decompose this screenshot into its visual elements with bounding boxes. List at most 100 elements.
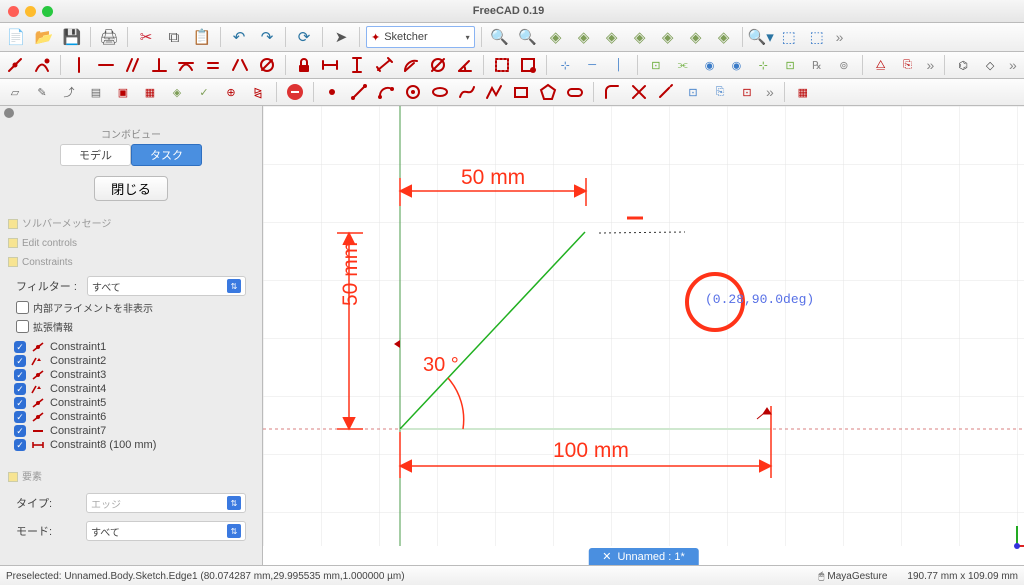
perpendicular-icon[interactable] (148, 54, 170, 76)
clone-icon[interactable]: ⎘ (897, 54, 919, 76)
print-icon[interactable]: 🖨 (97, 25, 121, 49)
elements-section-header[interactable]: 要素 (0, 464, 262, 487)
bspline-degree-icon[interactable]: ⌬ (952, 54, 974, 76)
toolbar-overflow-icon-3[interactable]: » (1009, 57, 1017, 73)
circle-icon[interactable] (402, 81, 424, 103)
line-icon[interactable] (348, 81, 370, 103)
construction-icon[interactable]: ⊡ (736, 81, 758, 103)
filter-select[interactable]: すべて ⇅ (87, 276, 246, 296)
symmetric-icon[interactable] (229, 54, 251, 76)
show-hide-internal-icon[interactable]: ⊚ (833, 54, 855, 76)
constraint-checkbox[interactable]: ✓ (14, 425, 26, 437)
toolbar-overflow-icon[interactable]: » (836, 29, 844, 45)
edit-controls-section-header[interactable]: Edit controls (0, 234, 262, 253)
constraint-checkbox[interactable]: ✓ (14, 439, 26, 451)
map-sketch-icon[interactable]: ▦ (139, 81, 161, 103)
part-cube-icon[interactable]: ⬚ (777, 25, 801, 49)
view-right-icon[interactable]: ◈ (628, 25, 652, 49)
new-file-icon[interactable]: 📄 (4, 25, 28, 49)
view-sketch-icon[interactable]: ▤ (85, 81, 107, 103)
dim-50-horizontal[interactable]: 50 mm (461, 166, 525, 190)
polyline-icon[interactable] (483, 81, 505, 103)
part-cyl-icon[interactable]: ⬚ (805, 25, 829, 49)
constraint-row[interactable]: ✓Constraint4 (14, 382, 248, 396)
save-file-icon[interactable]: 💾 (60, 25, 84, 49)
coincident-icon[interactable] (4, 54, 26, 76)
view-front-icon[interactable]: ◈ (572, 25, 596, 49)
symmetry-icon[interactable]: ⧋ (870, 54, 892, 76)
merge-icon[interactable]: ⊕ (220, 81, 242, 103)
panel-handle-icon[interactable] (4, 108, 14, 118)
zoom-fit-icon[interactable]: 🔍 (488, 25, 512, 49)
constraint-checkbox[interactable]: ✓ (14, 341, 26, 353)
close-tab-icon[interactable]: ✕ (602, 550, 611, 563)
block-icon[interactable] (256, 54, 278, 76)
constraint-checkbox[interactable]: ✓ (14, 369, 26, 381)
mode-select[interactable]: すべて ⇅ (86, 521, 246, 541)
copy-icon[interactable]: ⧉ (162, 25, 186, 49)
radius-icon[interactable] (400, 54, 422, 76)
polygon-icon[interactable] (537, 81, 559, 103)
vertical-icon[interactable] (68, 54, 90, 76)
nav-style-indicator[interactable]: 🖱MayaGesture (818, 571, 887, 582)
zoom-window-button[interactable] (42, 6, 53, 17)
hide-internal-checkbox[interactable]: 内部アライメントを非表示 (0, 298, 262, 317)
tab-task[interactable]: タスク (131, 144, 202, 166)
select-elements-icon[interactable]: ⊹ (752, 54, 774, 76)
stop-icon[interactable] (284, 81, 306, 103)
view-section-icon[interactable]: ▣ (112, 81, 134, 103)
extended-info-checkbox[interactable]: 拡張情報 (0, 317, 262, 336)
constraint-row[interactable]: ✓Constraint1 (14, 340, 248, 354)
distance-y-icon[interactable] (346, 54, 368, 76)
parallel-icon[interactable] (121, 54, 143, 76)
select-vertical-icon[interactable]: │ (608, 54, 630, 76)
distance-icon[interactable] (373, 54, 395, 76)
reorient-icon[interactable]: ◈ (166, 81, 188, 103)
lock-icon[interactable] (293, 54, 315, 76)
constraint-checkbox[interactable]: ✓ (14, 355, 26, 367)
show-hide-constraints-icon[interactable]: ℞ (806, 54, 828, 76)
select-constraints-icon[interactable]: ⊡ (779, 54, 801, 76)
leave-sketch-icon[interactable]: ⤴ (58, 81, 80, 103)
new-sketch-icon[interactable]: ▱ (4, 81, 26, 103)
carbon-copy-icon[interactable]: ⎘ (709, 81, 731, 103)
zoom-sel-icon[interactable]: 🔍 (516, 25, 540, 49)
arc-icon[interactable] (375, 81, 397, 103)
undo-icon[interactable]: ↶ (227, 25, 251, 49)
trim-icon[interactable] (628, 81, 650, 103)
point-on-object-icon[interactable] (31, 54, 53, 76)
bspline-poly-icon[interactable]: ◇ (979, 54, 1001, 76)
equal-icon[interactable] (202, 54, 224, 76)
type-select[interactable]: エッジ ⇅ (86, 493, 246, 513)
constraint-row[interactable]: ✓Constraint3 (14, 368, 248, 382)
constraints-section-header[interactable]: Constraints (0, 253, 262, 272)
edit-sketch-icon[interactable]: ✎ (31, 81, 53, 103)
horizontal-icon[interactable] (95, 54, 117, 76)
constraint-row[interactable]: ✓Constraint2 (14, 354, 248, 368)
point-icon[interactable] (321, 81, 343, 103)
refresh-icon[interactable]: ⟳ (292, 25, 316, 49)
paste-icon[interactable]: 📋 (190, 25, 214, 49)
validate-icon[interactable]: ✓ (193, 81, 215, 103)
constraint-row[interactable]: ✓Constraint6 (14, 410, 248, 424)
constraint-checkbox[interactable]: ✓ (14, 383, 26, 395)
solver-section-header[interactable]: ソルバーメッセージ (0, 211, 262, 234)
close-button[interactable]: 閉じる (94, 176, 168, 201)
select-origin-icon[interactable]: ⊹ (554, 54, 576, 76)
connect-icon[interactable]: ⫘ (672, 54, 694, 76)
fillet-icon[interactable] (601, 81, 623, 103)
tab-model[interactable]: モデル (60, 144, 131, 166)
dim-50-vertical[interactable]: 50 mm (339, 242, 363, 306)
extend-icon[interactable] (655, 81, 677, 103)
angle-icon[interactable] (454, 54, 476, 76)
distance-x-icon[interactable] (319, 54, 341, 76)
sketch-canvas[interactable]: 50 mm 50 mm 100 mm 30 ° (0.28,90.0deg) ✕… (263, 106, 1024, 565)
view-bottom-icon[interactable]: ◈ (684, 25, 708, 49)
constraint-row[interactable]: ✓Constraint7 (14, 424, 248, 438)
dim-100[interactable]: 100 mm (553, 439, 629, 463)
select-redundant-icon[interactable]: ◉ (725, 54, 747, 76)
view-top-icon[interactable]: ◈ (600, 25, 624, 49)
external-icon[interactable]: ⊡ (682, 81, 704, 103)
constraint-row[interactable]: ✓Constraint5 (14, 396, 248, 410)
diameter-icon[interactable] (427, 54, 449, 76)
